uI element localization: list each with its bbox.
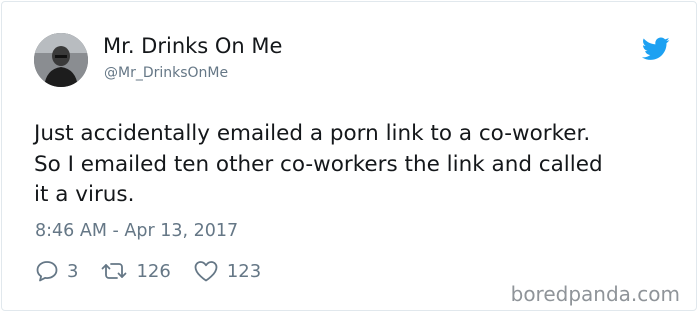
author-name[interactable]: Mr. Drinks On Me: [103, 34, 282, 58]
author-handle[interactable]: @Mr_DrinksOnMe: [104, 65, 228, 81]
retweet-count: 126: [136, 260, 171, 282]
tweet-text-line: it a virus.: [34, 182, 135, 207]
twitter-bird-icon[interactable]: [642, 37, 670, 61]
tweet-text-line: So I emailed ten other co-workers the li…: [34, 151, 603, 177]
avatar[interactable]: [34, 33, 88, 87]
like-count: 123: [226, 260, 262, 282]
avatar-image: [34, 33, 88, 87]
reply-count: 3: [67, 260, 79, 282]
boredpanda-watermark: boredpanda.com: [510, 282, 680, 306]
tweet-actions: 3 126 123: [35, 260, 283, 282]
reply-icon: [36, 261, 58, 282]
tweet-text: Just accidentally emailed a porn link to…: [34, 119, 684, 211]
tweet-text-line: Just accidentally emailed a porn link to…: [34, 121, 591, 146]
like-button[interactable]: 123: [193, 260, 261, 282]
retweet-button[interactable]: 126: [100, 260, 171, 282]
tweet-card: Mr. Drinks On Me @Mr_DrinksOnMe Just acc…: [1, 1, 697, 311]
tweet-timestamp[interactable]: 8:46 AM - Apr 13, 2017: [35, 221, 238, 241]
retweet-icon: [102, 263, 127, 279]
heart-icon: [194, 261, 218, 282]
reply-button[interactable]: 3: [35, 260, 78, 282]
